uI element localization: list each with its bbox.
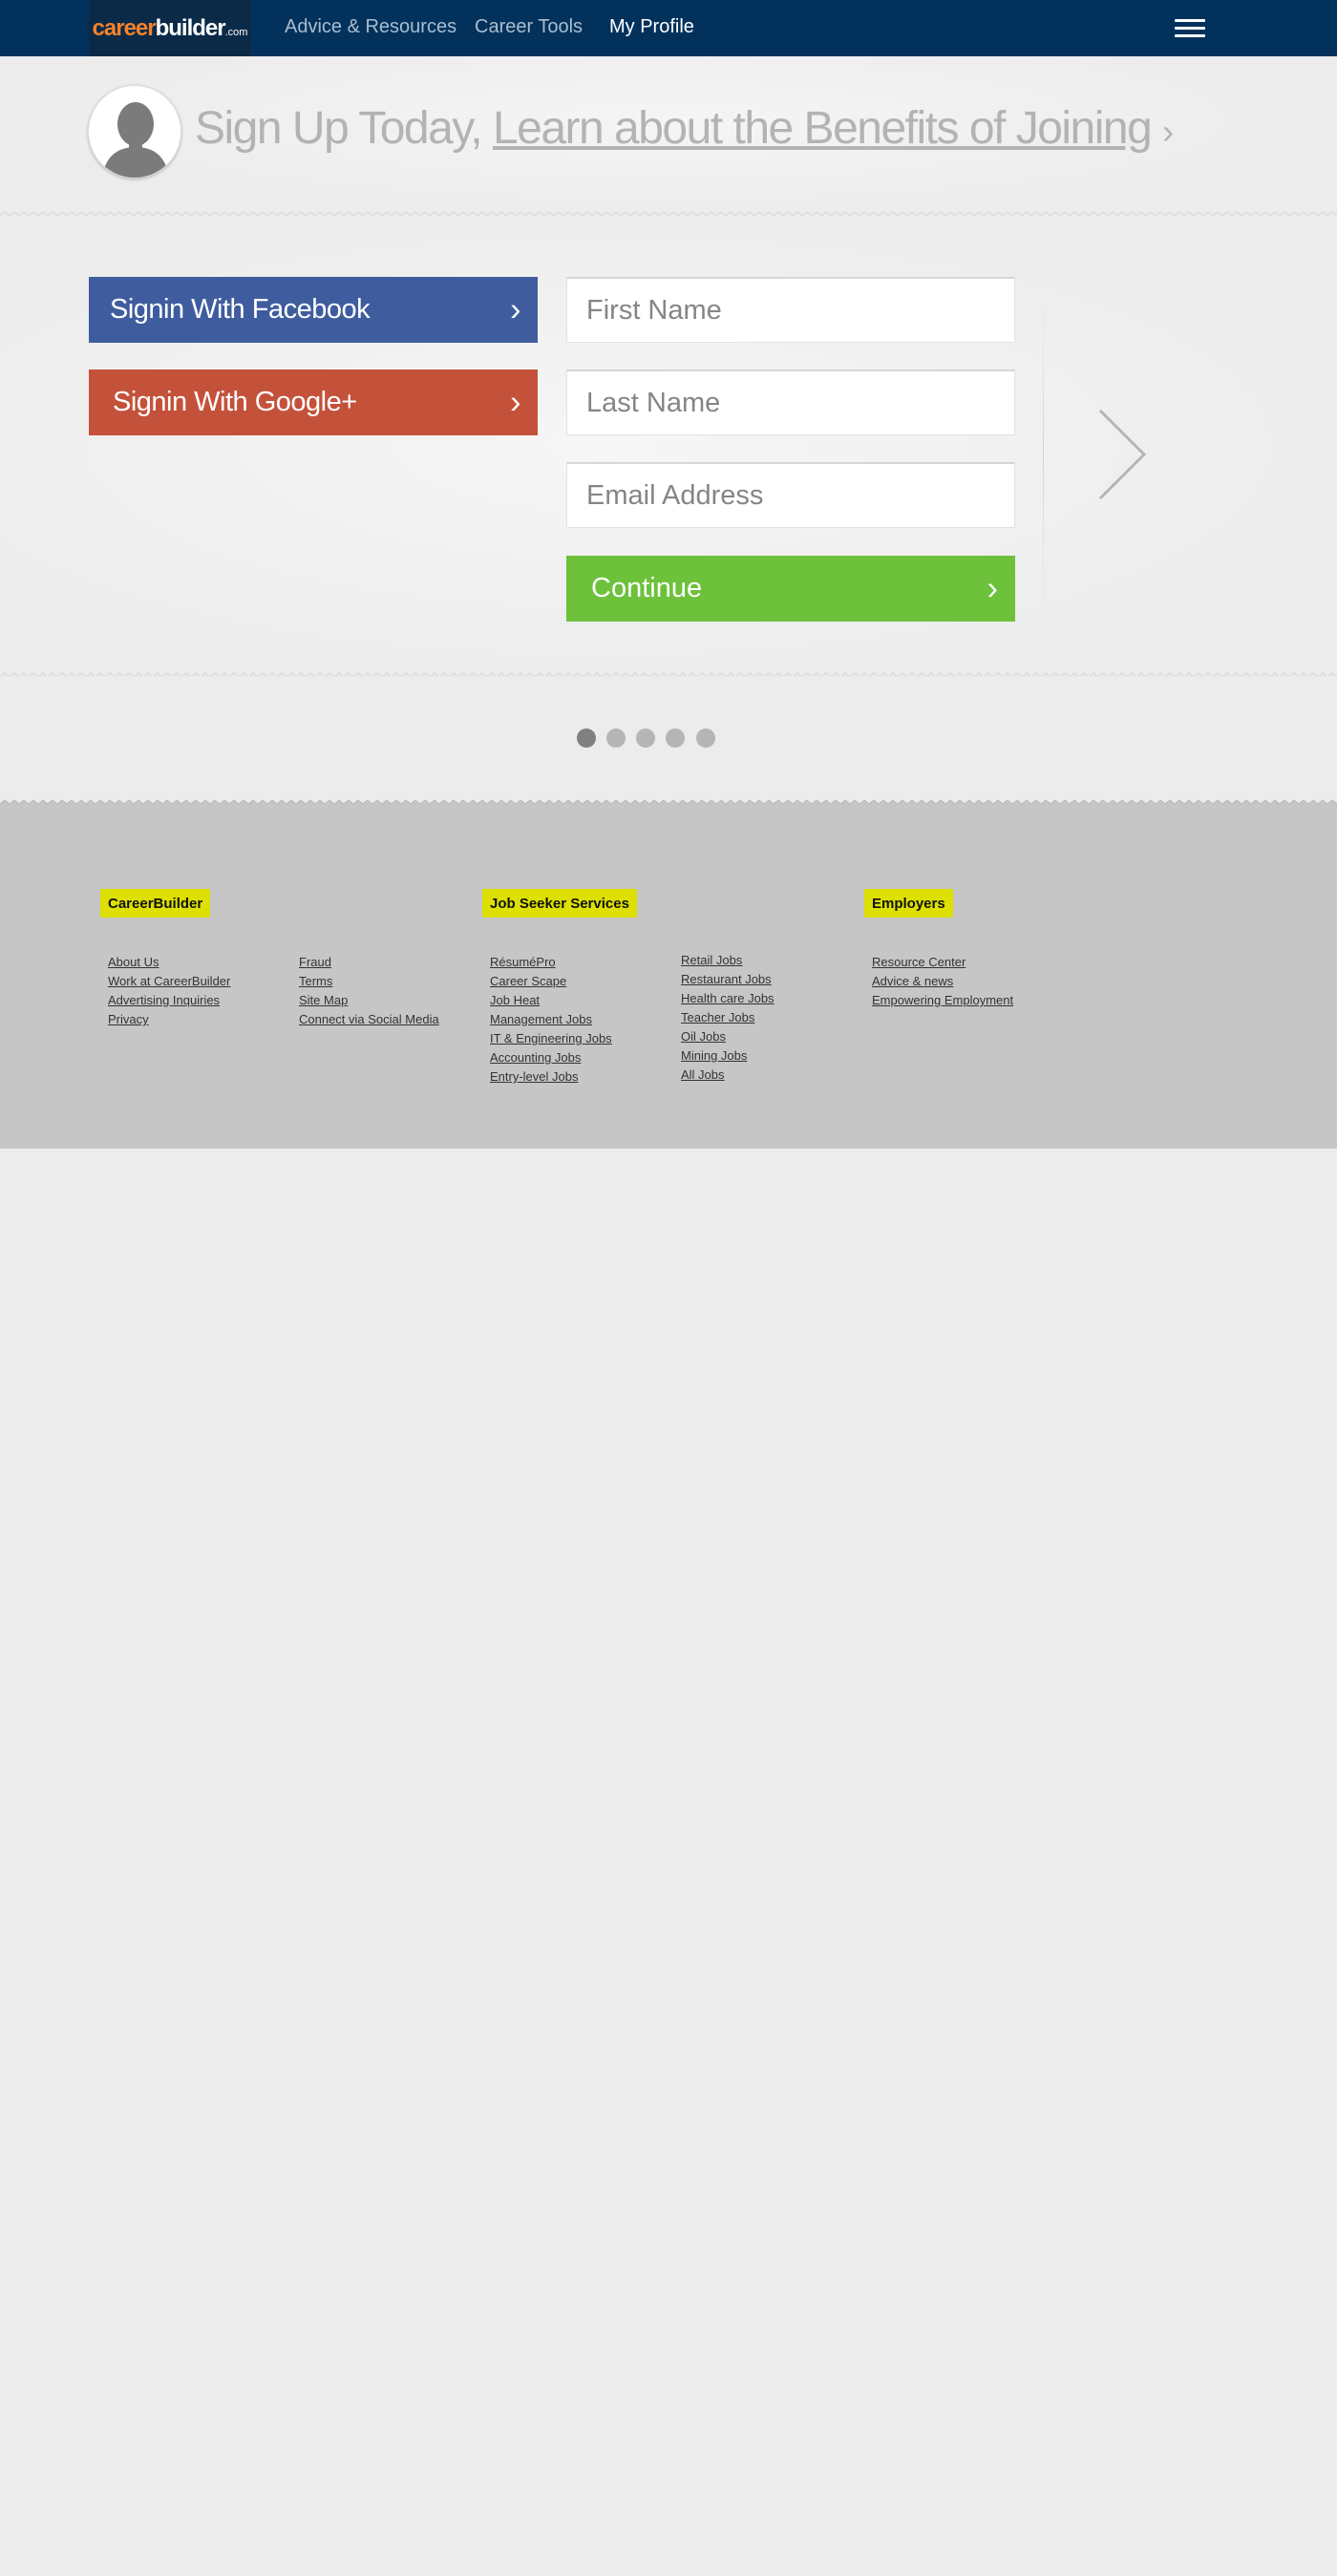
footer-column: Retail Jobs Restaurant Jobs Health care … (681, 951, 775, 1085)
footer-column: Fraud Terms Site Map Connect via Social … (299, 953, 439, 1029)
email-address-field[interactable] (566, 462, 1015, 528)
next-slide-arrow-icon[interactable] (1096, 407, 1150, 502)
signup-banner: Sign Up Today, Learn about the Benefits … (0, 56, 1337, 216)
footer-column: Resource Center Advice & news Empowering… (872, 953, 1013, 1010)
footer-link[interactable]: Career Scape (490, 972, 612, 991)
footer-link[interactable]: Entry-level Jobs (490, 1067, 612, 1087)
footer-link[interactable]: Retail Jobs (681, 951, 775, 970)
signup-form-area: Signin With Facebook › Signin With Googl… (0, 216, 1337, 676)
continue-label: Continue (591, 573, 703, 603)
logo-text-dotcom: .com (224, 26, 248, 38)
logo-text-builder: builder (155, 14, 226, 41)
pager-dot[interactable] (696, 728, 715, 748)
vertical-divider (1043, 292, 1044, 617)
footer-heading-job-seeker-services: Job Seeker Services (482, 889, 637, 918)
empty-page-background (0, 1149, 1337, 2576)
footer-link[interactable]: Advertising Inquiries (108, 991, 230, 1010)
nav-link-my-profile[interactable]: My Profile (609, 16, 694, 38)
last-name-field[interactable] (566, 370, 1015, 435)
footer-link[interactable]: RésuméPro (490, 953, 612, 972)
pager-dot[interactable] (666, 728, 685, 748)
chevron-right-icon: › (1162, 112, 1174, 151)
footer-link[interactable]: Restaurant Jobs (681, 970, 775, 989)
footer-link[interactable]: Site Map (299, 991, 439, 1010)
nav-link-advice-resources[interactable]: Advice & Resources (285, 16, 456, 38)
user-silhouette-icon (88, 85, 181, 179)
footer-link[interactable]: Management Jobs (490, 1010, 612, 1029)
top-navigation-bar: career builder .com Advice & Resources Car… (0, 0, 1337, 56)
footer-link[interactable]: Accounting Jobs (490, 1048, 612, 1067)
footer-link[interactable]: Empowering Employment (872, 991, 1013, 1010)
first-name-field[interactable] (566, 277, 1015, 343)
signin-facebook-label: Signin With Facebook (110, 294, 371, 325)
footer-link[interactable]: Fraud (299, 953, 439, 972)
footer-link[interactable]: Privacy (108, 1010, 230, 1029)
pager-dot[interactable] (606, 728, 626, 748)
pager-dot[interactable] (577, 728, 596, 748)
footer-column: RésuméPro Career Scape Job Heat Manageme… (490, 953, 612, 1087)
signin-google-label: Signin With Google+ (113, 387, 357, 417)
signup-heading: Sign Up Today, Learn about the Benefits … (195, 102, 1174, 155)
footer-link[interactable]: About Us (108, 953, 230, 972)
pager-dot[interactable] (636, 728, 655, 748)
logo-text-career: career (92, 14, 157, 41)
careerbuilder-logo[interactable]: career builder .com (89, 0, 251, 56)
footer-link[interactable]: Health care Jobs (681, 989, 775, 1008)
footer-link[interactable]: IT & Engineering Jobs (490, 1029, 612, 1048)
signup-heading-prefix: Sign Up Today, (195, 103, 483, 154)
footer-heading-careerbuilder: CareerBuilder (100, 889, 211, 918)
footer-link[interactable]: Teacher Jobs (681, 1008, 775, 1027)
chevron-right-icon: › (510, 384, 520, 420)
footer-link[interactable]: Advice & news (872, 972, 1013, 991)
footer: CareerBuilder About Us Work at CareerBui… (0, 805, 1337, 1149)
footer-heading-employers: Employers (864, 889, 953, 918)
nav-link-career-tools[interactable]: Career Tools (475, 16, 583, 38)
chevron-right-icon: › (510, 291, 520, 327)
footer-link[interactable]: Work at CareerBuilder (108, 972, 230, 991)
footer-link[interactable]: Terms (299, 972, 439, 991)
footer-link[interactable]: All Jobs (681, 1066, 775, 1085)
pager-dots (0, 676, 1337, 805)
signin-facebook-button[interactable]: Signin With Facebook › (89, 277, 538, 343)
footer-column: About Us Work at CareerBuilder Advertisi… (108, 953, 230, 1029)
footer-link[interactable]: Mining Jobs (681, 1046, 775, 1066)
signin-google-button[interactable]: Signin With Google+ › (89, 370, 538, 435)
chevron-right-icon: › (987, 570, 998, 606)
benefits-of-joining-link[interactable]: Learn about the Benefits of Joining (493, 103, 1153, 154)
footer-link[interactable]: Resource Center (872, 953, 1013, 972)
footer-link[interactable]: Connect via Social Media (299, 1010, 439, 1029)
hamburger-icon[interactable] (1175, 19, 1205, 38)
footer-link[interactable]: Job Heat (490, 991, 612, 1010)
continue-button[interactable]: Continue › (566, 556, 1015, 622)
footer-link[interactable]: Oil Jobs (681, 1027, 775, 1046)
